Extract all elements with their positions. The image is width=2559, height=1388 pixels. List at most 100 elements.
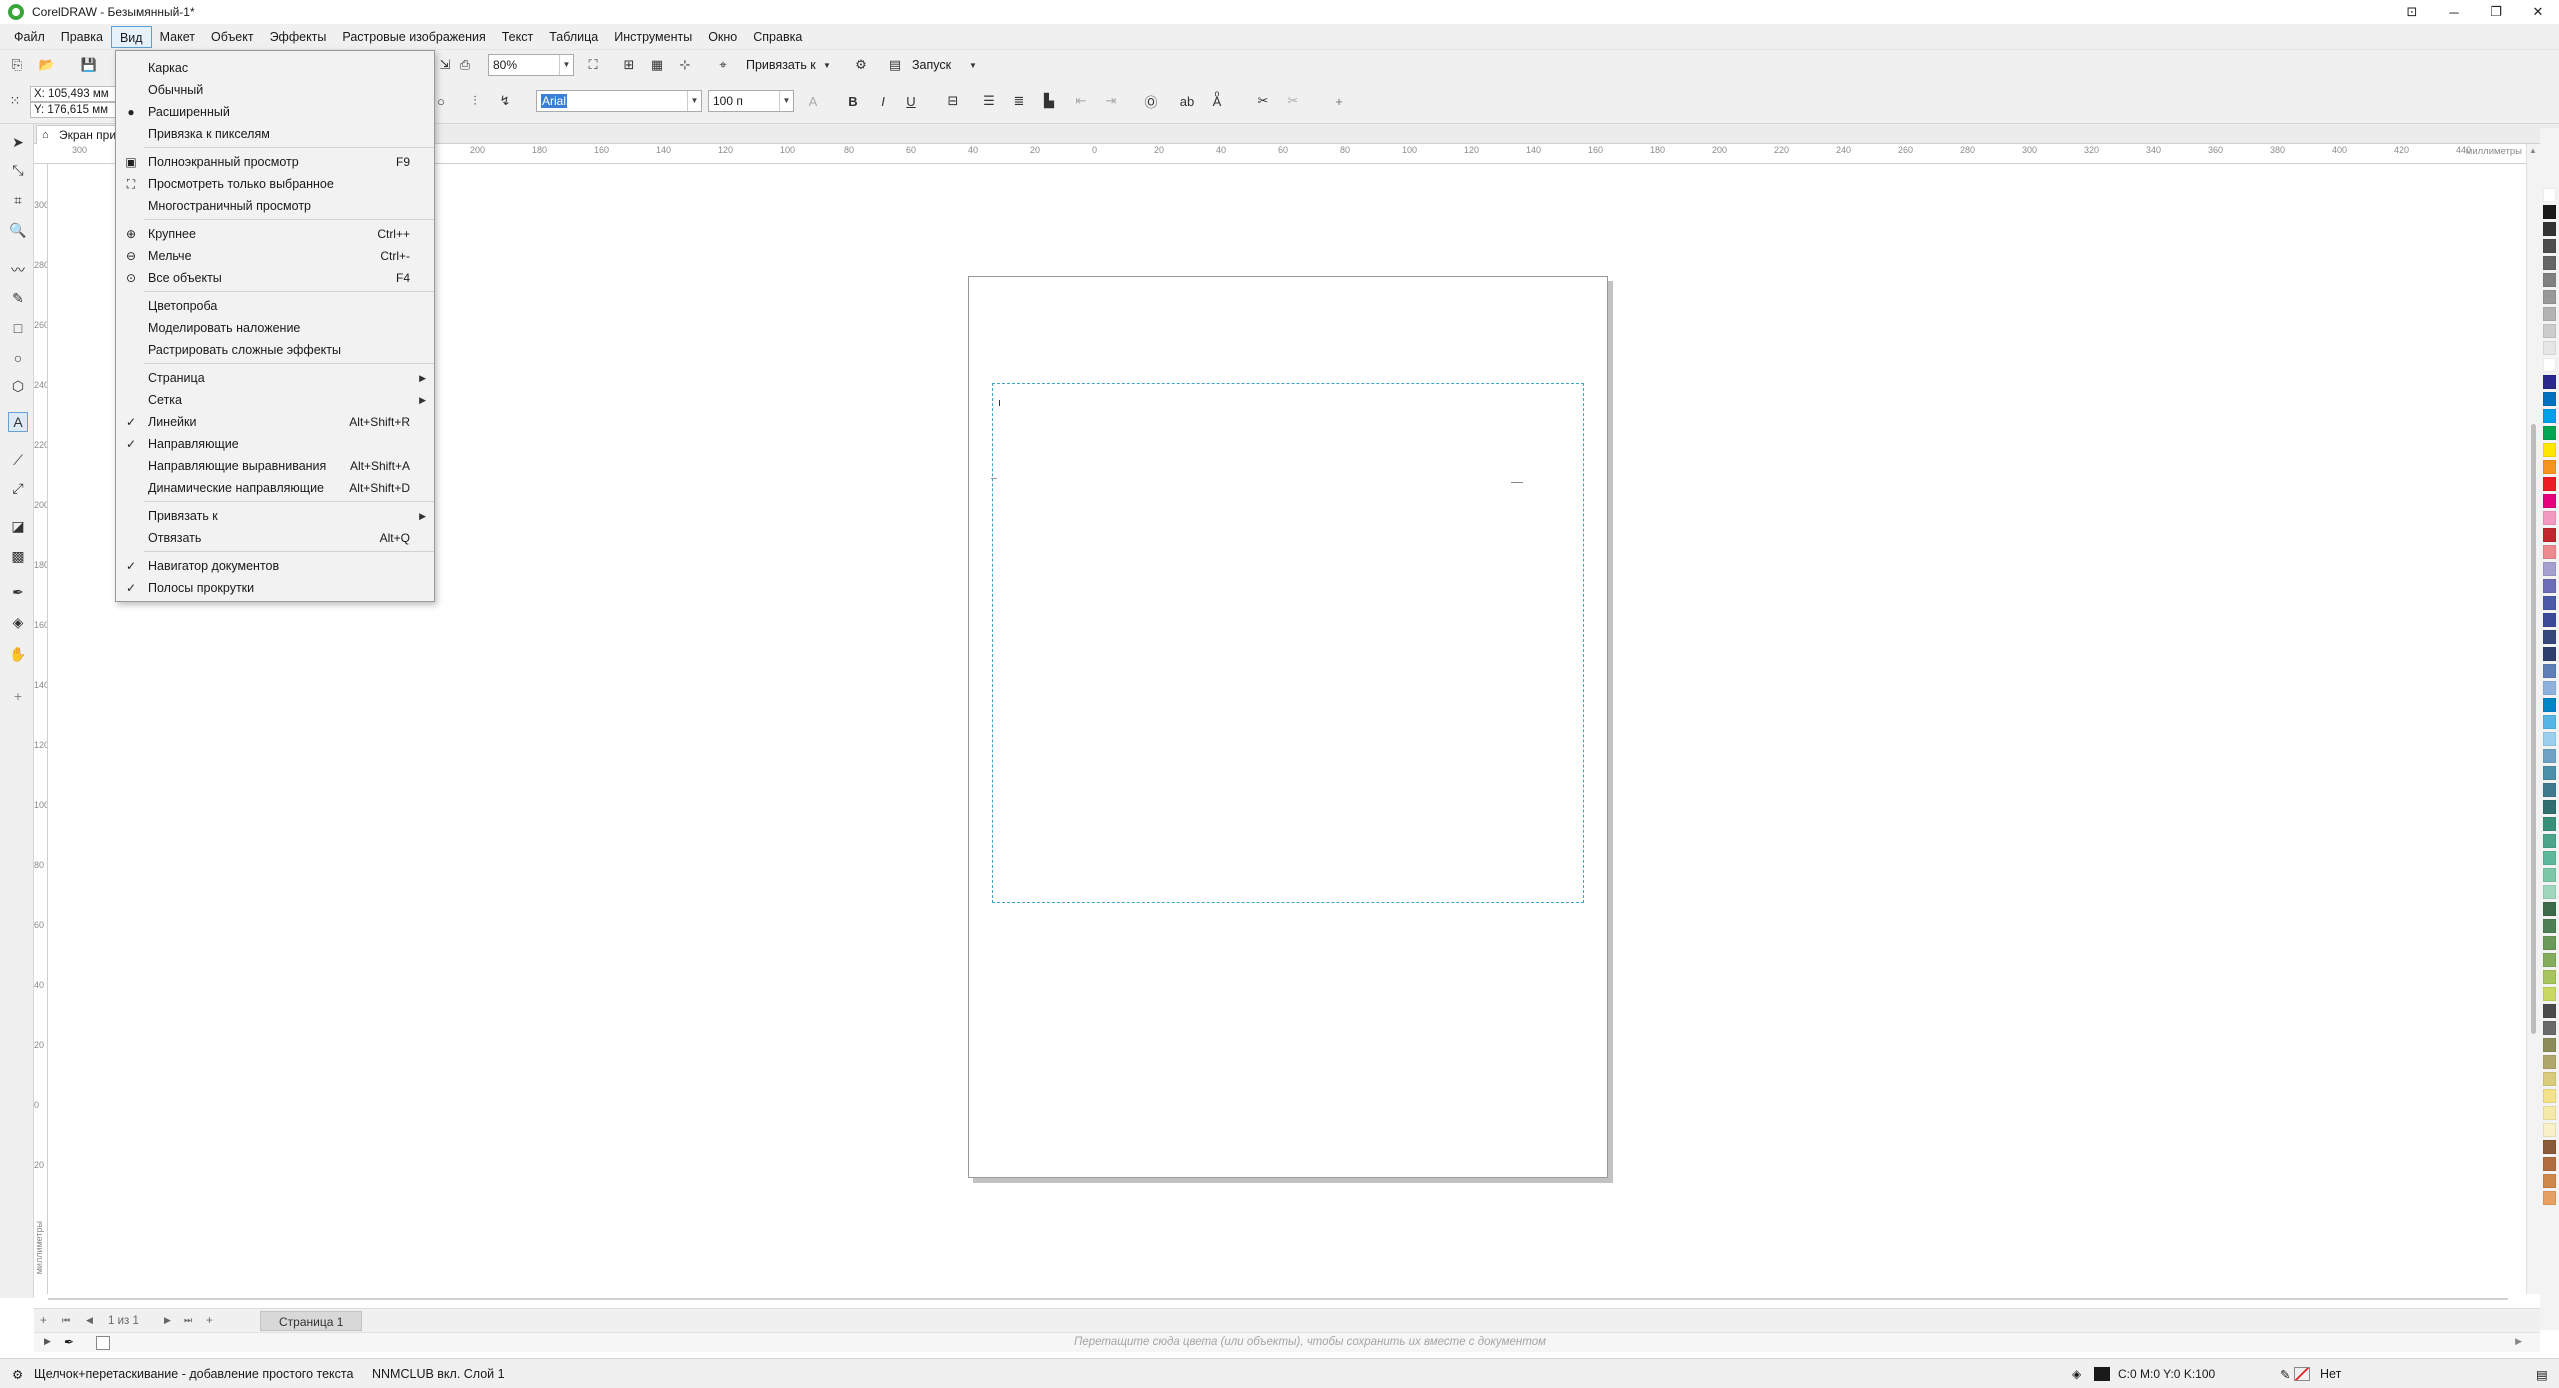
chevron-down-icon[interactable]: ▼ xyxy=(818,56,836,74)
view-menu-item-normal[interactable]: Обычный xyxy=(116,79,434,101)
first-page-icon[interactable]: ⏮ xyxy=(62,1315,70,1326)
palette-swatch[interactable] xyxy=(2543,358,2556,372)
palette-swatch[interactable] xyxy=(2543,188,2556,202)
palette-swatch[interactable] xyxy=(2543,800,2556,814)
menu-view[interactable]: Вид xyxy=(110,25,152,48)
add-page-icon[interactable]: + xyxy=(40,1315,47,1327)
palette-swatch[interactable] xyxy=(2543,426,2556,440)
palette-swatch[interactable] xyxy=(2543,222,2556,236)
palette-swatch[interactable] xyxy=(2543,1123,2556,1137)
launch-label[interactable]: Запуск xyxy=(912,58,951,72)
palette-swatch[interactable] xyxy=(2543,681,2556,695)
menu-layout[interactable]: Макет xyxy=(152,26,203,48)
palette-swatch[interactable] xyxy=(2543,511,2556,525)
view-menu-item-guidelines[interactable]: ✓ Направляющие xyxy=(116,433,434,455)
unwrap-icon[interactable]: ✂ xyxy=(1284,92,1302,110)
palette-swatch[interactable] xyxy=(2543,1191,2556,1205)
edit-text-icon[interactable]: Aͦ xyxy=(1208,92,1226,110)
view-menu-item-snap-to[interactable]: Привязать к ▶ xyxy=(116,505,434,527)
palette-swatch[interactable] xyxy=(2543,239,2556,253)
paragraph-text-frame[interactable] xyxy=(991,383,1584,903)
close-button[interactable]: ✕ xyxy=(2517,0,2559,24)
view-menu-item-rasterize-complex-effects[interactable]: Растрировать сложные эффекты xyxy=(116,339,434,361)
palette-swatch[interactable] xyxy=(2543,749,2556,763)
view-menu-item-wireframe[interactable]: Каркас xyxy=(116,57,434,79)
palette-swatch[interactable] xyxy=(2543,715,2556,729)
palette-swatch[interactable] xyxy=(2543,868,2556,882)
snap-to-label[interactable]: Привязать к xyxy=(746,58,816,72)
text-align-icon[interactable]: ⫶ xyxy=(466,92,484,110)
palette-swatch[interactable] xyxy=(2543,290,2556,304)
vertical-scrollbar[interactable]: ▲ xyxy=(2526,144,2540,1294)
export-icon[interactable]: ⇲ xyxy=(436,56,454,74)
y-coordinate[interactable]: Y: 176,615 мм xyxy=(30,102,116,118)
palette-swatch[interactable] xyxy=(2543,494,2556,508)
bold-icon[interactable]: B xyxy=(844,92,862,110)
connector-tool-icon[interactable]: ⤢ xyxy=(8,478,28,498)
view-menu-item-dynamic-guides[interactable]: Динамические направляющие Alt+Shift+D xyxy=(116,477,434,499)
view-menu-item-grid[interactable]: Сетка ▶ xyxy=(116,389,434,411)
view-menu-item-full-screen-preview[interactable]: ▣ Полноэкранный просмотр F9 xyxy=(116,151,434,173)
crop-tool-icon[interactable]: ⌗ xyxy=(8,190,28,210)
palette-swatch[interactable] xyxy=(2543,1106,2556,1120)
wrap-text-icon[interactable]: ✂ xyxy=(1254,92,1272,110)
parallel-dimension-icon[interactable]: ⟋ xyxy=(8,450,28,470)
view-menu-item-zoom-out[interactable]: ⊖ Мельче Ctrl+- xyxy=(116,245,434,267)
page-tab[interactable]: Страница 1 xyxy=(260,1311,363,1331)
text-tool-icon[interactable]: A xyxy=(8,412,28,432)
launch-icon[interactable]: ▤ xyxy=(886,56,904,74)
chevron-down-icon[interactable]: ▼ xyxy=(964,56,982,74)
view-menu-item-page[interactable]: Страница ▶ xyxy=(116,367,434,389)
palette-swatch[interactable] xyxy=(2543,732,2556,746)
view-menu-item-zoom-in[interactable]: ⊕ Крупнее Ctrl++ xyxy=(116,223,434,245)
view-menu-item-multi-page-view[interactable]: Многостраничный просмотр xyxy=(116,195,434,217)
menu-tools[interactable]: Инструменты xyxy=(606,26,700,48)
palette-swatch[interactable] xyxy=(2543,664,2556,678)
palette-swatch[interactable] xyxy=(2543,698,2556,712)
palette-swatch[interactable] xyxy=(2543,409,2556,423)
chevron-down-icon[interactable]: ▼ xyxy=(779,91,793,111)
palette-swatch[interactable] xyxy=(2543,256,2556,270)
gear-icon[interactable]: ⚙ xyxy=(852,56,870,74)
shape-tool-icon[interactable]: ⤡ xyxy=(8,160,28,180)
palette-swatch[interactable] xyxy=(2543,579,2556,593)
no-color-swatch[interactable] xyxy=(96,1336,110,1350)
palette-swatch[interactable] xyxy=(2543,1089,2556,1103)
document-palette[interactable]: ▶ ✒ Перетащите сюда цвета (или объекты),… xyxy=(34,1332,2540,1352)
open-folder-icon[interactable]: 📂 xyxy=(38,56,56,74)
scroll-up-icon[interactable]: ▲ xyxy=(2529,146,2537,155)
palette-swatch[interactable] xyxy=(2543,1157,2556,1171)
palette-swatch[interactable] xyxy=(2543,460,2556,474)
align-icon[interactable]: ⊟ xyxy=(944,92,962,110)
menu-window[interactable]: Окно xyxy=(700,26,745,48)
palette-swatch[interactable] xyxy=(2543,375,2556,389)
view-menu-item-snap-off[interactable]: Отвязать Alt+Q xyxy=(116,527,434,549)
polygon-tool-icon[interactable]: ⬡ xyxy=(8,376,28,396)
horizontal-scroll-thumb[interactable] xyxy=(48,1298,2508,1300)
palette-swatch[interactable] xyxy=(2543,783,2556,797)
palette-swatch[interactable] xyxy=(2543,817,2556,831)
new-document-icon[interactable]: ⎘ xyxy=(8,56,26,74)
decrease-indent-icon[interactable]: ⇤ xyxy=(1072,92,1090,110)
palette-swatch[interactable] xyxy=(2543,1072,2556,1086)
ellipse-tool-icon[interactable]: ○ xyxy=(8,348,28,368)
palette-arrow-icon[interactable]: ▶ xyxy=(44,1336,51,1347)
add-tool-icon[interactable]: + xyxy=(8,686,28,706)
view-menu-item-simulate-overprint[interactable]: Моделировать наложение xyxy=(116,317,434,339)
smart-fill-icon[interactable]: ✋ xyxy=(8,644,28,664)
menu-text[interactable]: Текст xyxy=(494,26,541,48)
font-size-combo[interactable]: 100 п ▼ xyxy=(708,90,794,112)
view-menu-item-scrollbars[interactable]: ✓ Полосы прокрутки xyxy=(116,577,434,599)
show-grid-icon[interactable]: ▦ xyxy=(648,56,666,74)
palette-swatch[interactable] xyxy=(2543,1021,2556,1035)
palette-swatch[interactable] xyxy=(2543,630,2556,644)
interactive-fill-icon[interactable]: ◈ xyxy=(8,612,28,632)
next-page-icon[interactable]: ▶ xyxy=(164,1315,171,1326)
publish-pdf-icon[interactable]: ⎙ xyxy=(456,56,474,74)
menu-file[interactable]: Файл xyxy=(6,26,53,48)
pick-tool-icon[interactable]: ➤ xyxy=(8,132,28,152)
view-menu-item-document-navigator[interactable]: ✓ Навигатор документов xyxy=(116,555,434,577)
palette-swatch[interactable] xyxy=(2543,324,2556,338)
palette-swatch[interactable] xyxy=(2543,987,2556,1001)
palette-swatch[interactable] xyxy=(2543,885,2556,899)
